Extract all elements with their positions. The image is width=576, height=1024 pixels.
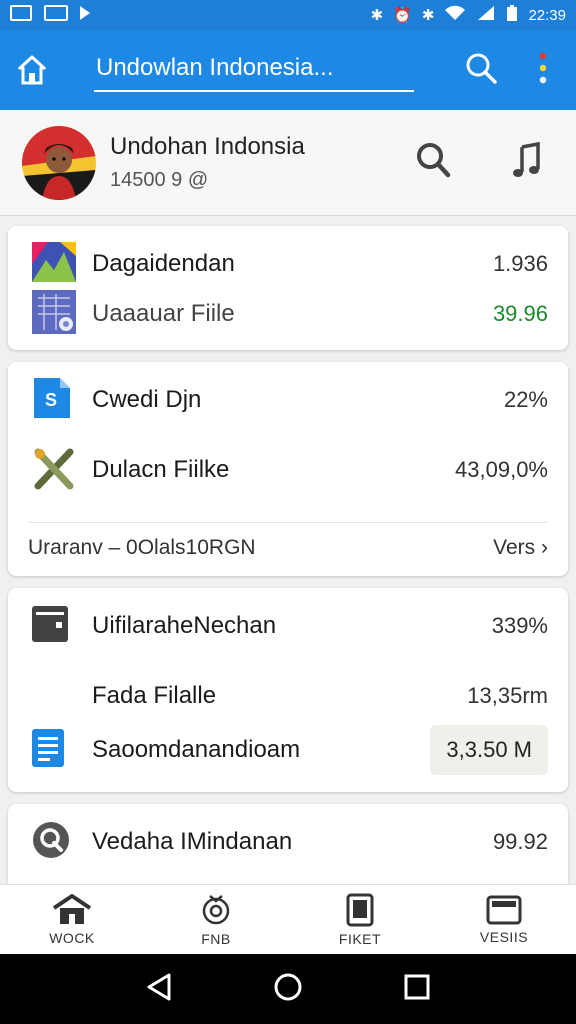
search-icon xyxy=(417,143,451,178)
nav-item-work[interactable]: WOCK xyxy=(0,885,144,954)
image-icon xyxy=(32,241,76,287)
profile-search-button[interactable] xyxy=(414,141,452,184)
q-icon xyxy=(32,821,70,864)
svg-text:S: S xyxy=(45,390,57,410)
profile-header: Undohan Indonsia 14500 9 @ xyxy=(0,110,576,216)
list-item[interactable]: Dulacn Fiilke 43,09,0% xyxy=(8,448,568,492)
tablet-icon xyxy=(346,893,374,926)
list-item-value: 99.92 xyxy=(492,829,548,854)
versions-link-label: Vers xyxy=(493,536,536,559)
avatar[interactable] xyxy=(22,125,96,200)
list-item[interactable]: UifilaraheNechan 339% xyxy=(8,605,568,647)
home-circle-icon xyxy=(274,973,302,1000)
list-item-value: 22% xyxy=(503,387,548,412)
list-item[interactable]: Fada Filalle 13,35rm xyxy=(8,676,568,716)
list-item-label: Dulacn Fiilke xyxy=(92,456,230,483)
file-grid-icon xyxy=(32,289,76,339)
more-vert-icon xyxy=(539,52,547,83)
bluetooth-icon: ✱ xyxy=(421,7,435,24)
list-item-value: 13,35rm xyxy=(467,683,548,708)
list-item-label: Saoomdanandioam xyxy=(92,736,301,763)
list-item-value: 339% xyxy=(491,613,548,638)
nav-item-vesiis[interactable]: VESIIS xyxy=(432,885,576,954)
nav-label: VESIIS xyxy=(479,928,529,945)
chevron-right-icon: › xyxy=(541,536,548,559)
list-item[interactable]: S Cwedi Djn 22% xyxy=(8,377,568,423)
status-bar: ✱ ⏰ ✱ 22:39 xyxy=(0,0,576,30)
nav-label: WOCK xyxy=(49,929,95,946)
storage-card-2: S Cwedi Djn 22% Dulacn Fiilke 43,09,0% U… xyxy=(8,362,568,576)
home-nav-button[interactable] xyxy=(273,972,303,1007)
recents-icon xyxy=(404,974,430,999)
gear-badge-icon xyxy=(202,894,230,924)
title-underline xyxy=(94,90,414,92)
clock-time: 22:39 xyxy=(528,6,566,24)
list-item-value: 3,3.50 M xyxy=(430,725,548,775)
list-item[interactable]: Saoomdanandioam 3,3.50 M xyxy=(8,724,568,776)
list-item-value: 43,09,0% xyxy=(455,457,548,482)
mail-icon xyxy=(44,5,68,25)
bottom-navigation: WOCK FNB FIKET VESIIS xyxy=(0,884,576,954)
document-icon xyxy=(32,728,64,772)
list-item-label: Cwedi Djn xyxy=(92,386,202,413)
app-title: Undowlan Indonesia... xyxy=(96,54,334,81)
list-item-label: UifilaraheNechan xyxy=(92,612,277,639)
overflow-menu-button[interactable] xyxy=(538,51,548,90)
home-icon xyxy=(17,55,47,85)
nav-item-fnb[interactable]: FNB xyxy=(144,885,288,954)
profile-name: Undohan Indonsia xyxy=(110,133,305,160)
back-button[interactable] xyxy=(145,972,173,1007)
card-footer[interactable]: Uraranv – 0Olals10RGN Vers › xyxy=(28,536,548,560)
versions-link[interactable]: Vers › xyxy=(493,536,548,560)
list-item-label: Dagaidendan xyxy=(92,250,235,277)
storage-card-3: UifilaraheNechan 339% Fada Filalle 13,35… xyxy=(8,588,568,792)
list-item-value: 39.96 xyxy=(492,301,548,326)
bluetooth-icon: ✱ xyxy=(370,7,384,24)
signal-icon xyxy=(476,5,496,25)
back-icon xyxy=(147,973,171,1000)
list-item-label: Uaaauar Fiile xyxy=(92,300,235,327)
search-button[interactable] xyxy=(464,51,498,90)
music-button[interactable] xyxy=(512,141,542,184)
battery-icon xyxy=(506,4,518,26)
nav-label: FIKET xyxy=(338,930,382,947)
list-item[interactable]: Uaaauar Fiile 39.96 xyxy=(8,289,568,339)
card-footer-text: Uraranv – 0Olals10RGN xyxy=(28,536,256,559)
nav-label: FNB xyxy=(201,930,231,947)
list-item-label: Vedaha IMindanan xyxy=(92,828,293,855)
search-icon xyxy=(466,53,497,84)
home-button[interactable] xyxy=(0,53,64,87)
photo-icon xyxy=(486,895,522,924)
system-navigation-bar xyxy=(0,954,576,1024)
tools-icon xyxy=(32,446,76,495)
music-note-icon xyxy=(513,141,540,177)
alarm-icon: ⏰ xyxy=(393,7,412,24)
list-item-value: 1.936 xyxy=(492,251,548,276)
app-bar: Undowlan Indonesia... xyxy=(0,30,576,110)
image-icon xyxy=(10,5,32,25)
storage-card-1: Dagaidendan 1.936 Uaaauar Fiile 39.96 xyxy=(8,226,568,350)
nav-item-fiket[interactable]: FIKET xyxy=(288,885,432,954)
list-item[interactable]: Vedaha IMindanan 99.92 xyxy=(8,820,568,864)
list-item[interactable]: Dagaidendan 1.936 xyxy=(8,241,568,287)
list-item-label: Fada Filalle xyxy=(92,682,217,709)
s-file-icon: S xyxy=(32,377,70,423)
recents-button[interactable] xyxy=(403,973,431,1006)
title-field[interactable]: Undowlan Indonesia... xyxy=(94,42,434,98)
wifi-icon xyxy=(444,5,466,25)
folder-icon xyxy=(32,605,68,647)
play-icon xyxy=(80,6,90,24)
profile-subtitle: 14500 9 @ xyxy=(110,169,209,191)
divider xyxy=(28,522,548,523)
house-icon xyxy=(52,893,92,924)
